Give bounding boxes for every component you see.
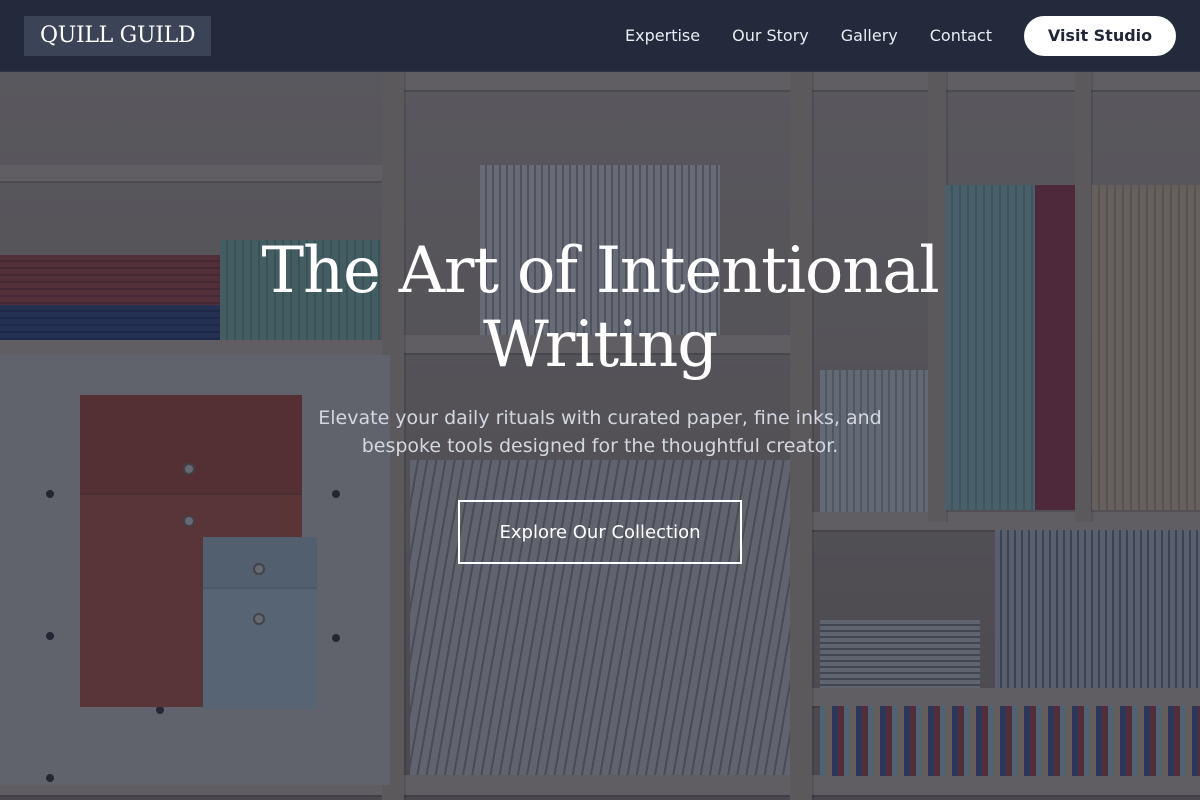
explore-collection-button[interactable]: Explore Our Collection	[458, 500, 742, 564]
hero-section: The Art of Intentional Writing Elevate y…	[0, 72, 1200, 800]
nav-link-our-story[interactable]: Our Story	[732, 26, 809, 45]
visit-studio-button[interactable]: Visit Studio	[1024, 15, 1176, 56]
hero-title: The Art of Intentional Writing	[261, 234, 939, 382]
nav-link-expertise[interactable]: Expertise	[625, 26, 700, 45]
hero-subtitle: Elevate your daily rituals with curated …	[318, 407, 882, 457]
top-navbar: QUILL GUILD Expertise Our Story Gallery …	[0, 0, 1200, 72]
site-logo[interactable]: QUILL GUILD	[24, 15, 212, 56]
nav-link-contact[interactable]: Contact	[930, 26, 992, 45]
nav-link-gallery[interactable]: Gallery	[841, 26, 898, 45]
nav-links: Expertise Our Story Gallery Contact	[625, 26, 992, 45]
